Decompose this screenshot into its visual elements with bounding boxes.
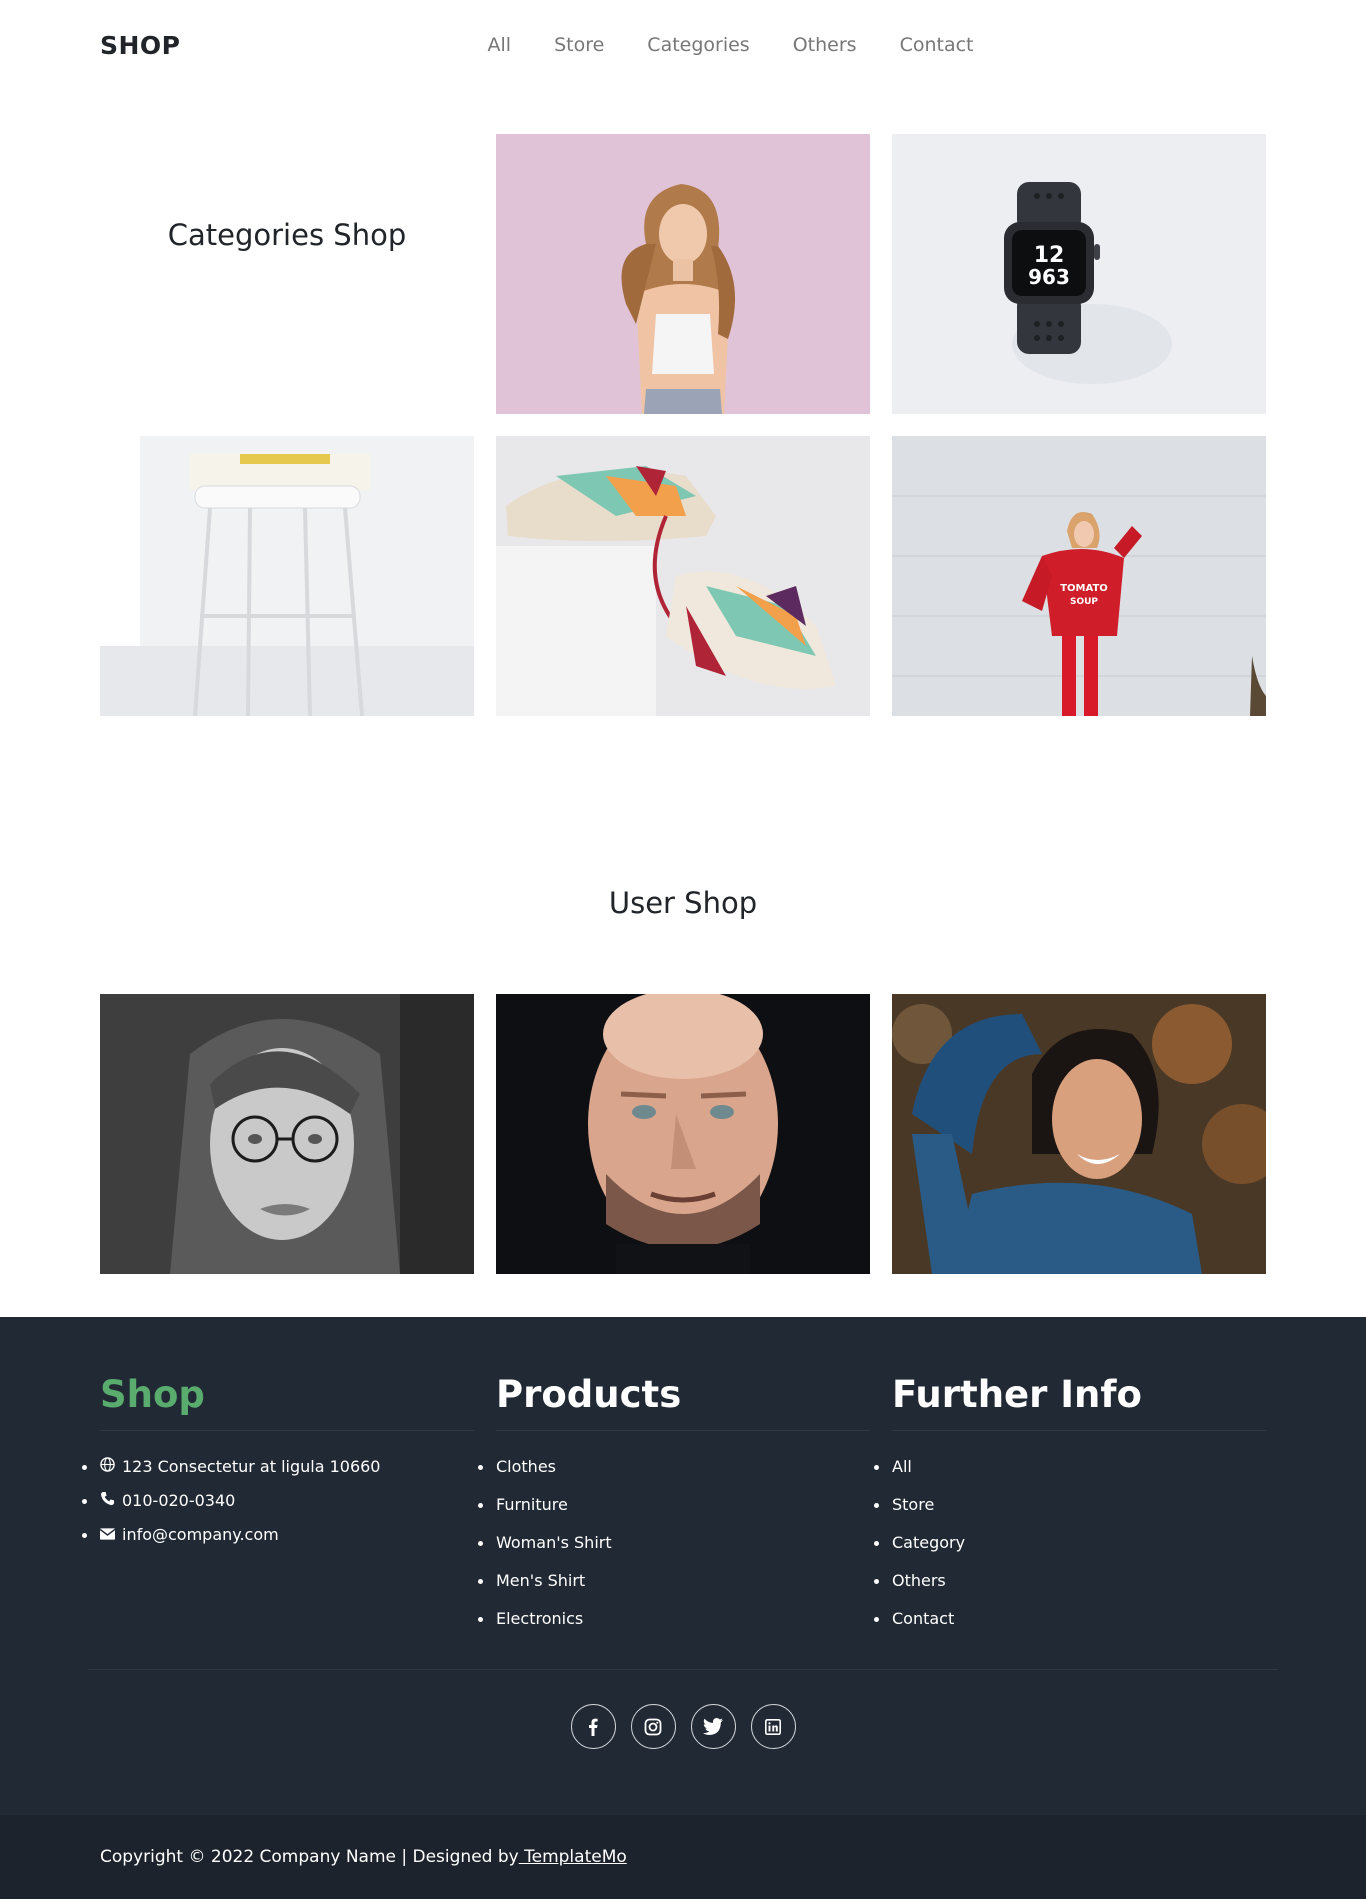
footer-product-link[interactable]: Furniture: [478, 1495, 870, 1533]
footer-products-column: Products Clothes Furniture Woman's Shirt…: [478, 1373, 870, 1647]
footer-shop-column: Shop 123 Consectetur at ligula 10660 010…: [82, 1373, 474, 1647]
nav-others[interactable]: Others: [793, 34, 857, 56]
svg-text:SOUP: SOUP: [1070, 597, 1098, 607]
envelope-icon: [99, 1525, 122, 1545]
user-shop-title: User Shop: [608, 886, 758, 920]
categories-title-cell: Categories Shop: [100, 134, 474, 414]
category-image-watch[interactable]: 12 963: [892, 134, 1266, 414]
nav-categories[interactable]: Categories: [647, 34, 749, 56]
footer-info-link[interactable]: Contact: [874, 1609, 1266, 1647]
categories-section: Categories Shop 12 963 TOMATO SOUP: [0, 90, 1366, 716]
twitter-icon[interactable]: [690, 1704, 736, 1749]
nav-store[interactable]: Store: [554, 34, 604, 56]
social-links: [100, 1670, 1266, 1815]
svg-text:963: 963: [1028, 265, 1070, 289]
footer-shop-title: Shop: [100, 1373, 474, 1431]
user-shop-section: User Shop: [0, 716, 1366, 1317]
footer-info-column: Further Info All Store Category Others C…: [874, 1373, 1266, 1647]
svg-text:TOMATO: TOMATO: [1060, 583, 1108, 594]
footer-info-title: Further Info: [892, 1373, 1266, 1431]
copyright-label: Copyright © 2022 Company Name | Designed…: [100, 1847, 519, 1867]
footer-product-link[interactable]: Clothes: [478, 1457, 870, 1495]
categories-title: Categories Shop: [167, 218, 407, 252]
brand-logo[interactable]: SHOP: [100, 31, 181, 60]
footer-info-link[interactable]: Store: [874, 1495, 1266, 1533]
footer-product-link[interactable]: Electronics: [478, 1609, 870, 1647]
user-image-smiling-woman[interactable]: [892, 994, 1266, 1274]
category-image-red-sweater[interactable]: TOMATO SOUP: [892, 436, 1266, 716]
footer-products-title: Products: [496, 1373, 870, 1431]
footer-address: 123 Consectetur at ligula 10660: [82, 1457, 474, 1491]
footer-address-text: 123 Consectetur at ligula 10660: [122, 1457, 381, 1476]
site-footer: Shop 123 Consectetur at ligula 10660 010…: [0, 1317, 1366, 1899]
site-header: SHOP All Store Categories Others Contact: [0, 0, 1366, 90]
category-image-stool[interactable]: [100, 436, 474, 716]
footer-phone[interactable]: 010-020-0340: [82, 1491, 474, 1525]
footer-info-link[interactable]: Others: [874, 1571, 1266, 1609]
nav-contact[interactable]: Contact: [900, 34, 974, 56]
globe-icon: [100, 1457, 122, 1477]
copyright-text: Copyright © 2022 Company Name | Designed…: [100, 1847, 627, 1867]
footer-info-link[interactable]: Category: [874, 1533, 1266, 1571]
nav-all[interactable]: All: [488, 34, 512, 56]
footer-phone-text[interactable]: 010-020-0340: [122, 1491, 235, 1511]
user-image-bald-man[interactable]: [496, 994, 870, 1274]
footer-email[interactable]: info@company.com: [82, 1525, 474, 1559]
footer-contact-list: 123 Consectetur at ligula 10660 010-020-…: [82, 1457, 474, 1559]
category-image-sneakers[interactable]: [496, 436, 870, 716]
footer-product-link[interactable]: Woman's Shirt: [478, 1533, 870, 1571]
phone-icon: [100, 1491, 122, 1511]
footer-email-text[interactable]: info@company.com: [122, 1525, 279, 1545]
category-image-woman[interactable]: [496, 134, 870, 414]
footer-products-list: Clothes Furniture Woman's Shirt Men's Sh…: [478, 1457, 870, 1647]
instagram-icon[interactable]: [630, 1704, 676, 1749]
footer-product-link[interactable]: Men's Shirt: [478, 1571, 870, 1609]
linkedin-icon[interactable]: [750, 1704, 796, 1749]
templatemo-link[interactable]: TemplateMo: [519, 1847, 627, 1867]
facebook-icon[interactable]: [570, 1704, 616, 1749]
footer-info-link[interactable]: All: [874, 1457, 1266, 1495]
footer-info-list: All Store Category Others Contact: [874, 1457, 1266, 1647]
user-image-woman-glasses[interactable]: [100, 994, 474, 1274]
main-nav: All Store Categories Others Contact: [488, 34, 1017, 56]
copyright-bar: Copyright © 2022 Company Name | Designed…: [0, 1815, 1366, 1899]
